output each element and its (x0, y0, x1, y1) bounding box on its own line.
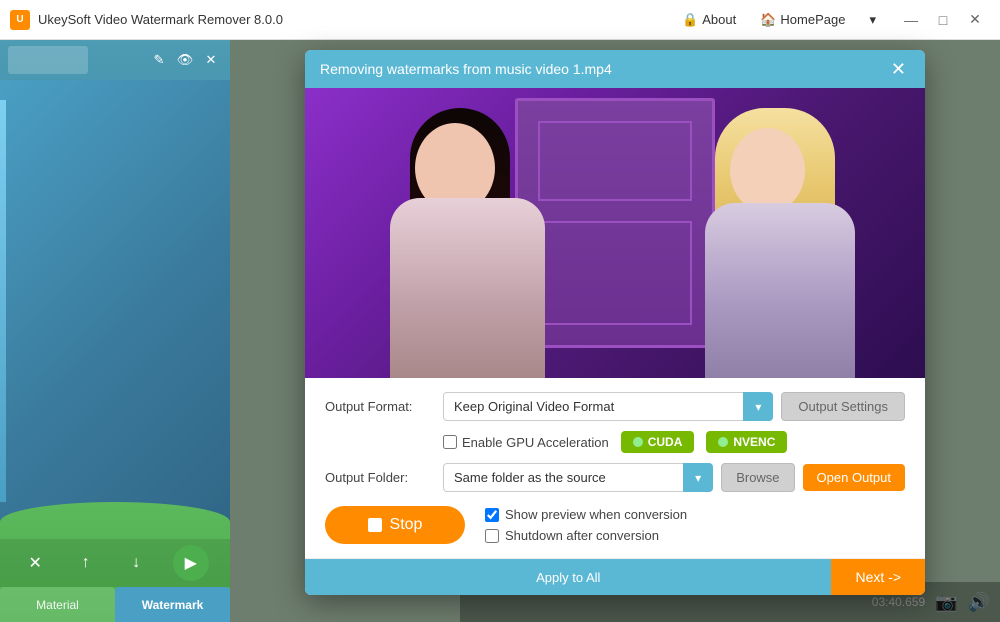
enable-gpu-checkbox-wrap[interactable]: Enable GPU Acceleration (443, 435, 609, 450)
move-up-button[interactable]: ↑ (72, 549, 100, 577)
sidebar-top: ✎ 👁 ✕ (0, 40, 230, 80)
sidebar-actions: ✕ ↑ ↓ ▶ (0, 539, 230, 587)
tab-watermark-label: Watermark (142, 598, 204, 612)
app-title: UkeySoft Video Watermark Remover 8.0.0 (38, 12, 672, 27)
output-settings-button[interactable]: Output Settings (781, 392, 905, 421)
minimize-button[interactable]: — (896, 5, 926, 35)
sidebar-tabs: Material Watermark (0, 587, 230, 622)
nvenc-dot (718, 437, 728, 447)
cuda-badge[interactable]: CUDA (621, 431, 695, 453)
stop-button[interactable]: Stop (325, 506, 465, 544)
stop-label: Stop (390, 516, 423, 534)
modal-close-button[interactable]: ✕ (887, 60, 910, 78)
sidebar-close-icon[interactable]: ✕ (200, 49, 222, 71)
close-button[interactable]: ✕ (960, 5, 990, 35)
homepage-label: HomePage (780, 12, 845, 27)
shutdown-checkbox[interactable] (485, 529, 499, 543)
video-area: Total Progress: 31.2% (305, 88, 925, 378)
video-frame (305, 88, 925, 378)
figure-left (385, 108, 565, 378)
eye-icon[interactable]: 👁 (174, 49, 196, 71)
lock-icon: 🔒 (682, 12, 698, 28)
output-format-label: Output Format: (325, 399, 435, 414)
dropdown-button[interactable]: ▾ (859, 8, 886, 32)
head-right (730, 128, 805, 213)
move-down-button[interactable]: ↓ (122, 549, 150, 577)
output-format-select[interactable]: Keep Original Video Format (443, 392, 773, 421)
enable-gpu-checkbox[interactable] (443, 435, 457, 449)
tab-watermark[interactable]: Watermark (115, 587, 230, 622)
conversion-modal: Removing watermarks from music video 1.m… (305, 50, 925, 595)
chevron-down-icon: ▾ (869, 12, 876, 28)
nvenc-label: NVENC (733, 435, 775, 449)
right-content: Removing watermarks from music video 1.m… (230, 40, 1000, 622)
shutdown-option[interactable]: Shutdown after conversion (485, 528, 687, 543)
body-right (705, 203, 855, 378)
main-layout: ✎ 👁 ✕ ✕ ↑ ↓ ▶ Material Watermark (0, 40, 1000, 622)
gpu-row: Enable GPU Acceleration CUDA NVENC (443, 431, 905, 453)
output-folder-select[interactable]: Same folder as the source (443, 463, 713, 492)
apply-all-button[interactable]: Apply to All (305, 559, 831, 595)
maximize-button[interactable]: □ (928, 5, 958, 35)
output-folder-row: Output Folder: Same folder as the source… (325, 463, 905, 492)
sidebar-accent (0, 100, 6, 502)
homepage-button[interactable]: 🏠 HomePage (750, 8, 855, 32)
output-format-select-wrap: Keep Original Video Format ▾ (443, 392, 773, 421)
titlebar: U UkeySoft Video Watermark Remover 8.0.0… (0, 0, 1000, 40)
play-button[interactable]: ▶ (173, 545, 209, 581)
about-button[interactable]: 🔒 About (672, 8, 746, 32)
home-icon: 🏠 (760, 12, 776, 28)
tab-material-label: Material (36, 598, 79, 612)
sidebar-thumbnail (8, 46, 88, 74)
options-column: Show preview when conversion Shutdown af… (485, 507, 687, 543)
bottom-row: Stop Show preview when conversion Shutdo… (325, 506, 905, 544)
modal-body: Output Format: Keep Original Video Forma… (305, 378, 925, 558)
app-logo: U (10, 10, 30, 30)
body-left (390, 198, 545, 378)
figure-right (695, 108, 875, 378)
modal-footer: Apply to All Next -> (305, 558, 925, 595)
about-label: About (702, 12, 736, 27)
nvenc-badge[interactable]: NVENC (706, 431, 787, 453)
edit-icon[interactable]: ✎ (148, 49, 170, 71)
show-preview-checkbox[interactable] (485, 508, 499, 522)
window-controls: — □ ✕ (896, 5, 990, 35)
output-folder-label: Output Folder: (325, 470, 435, 485)
modal-overlay: Removing watermarks from music video 1.m… (230, 40, 1000, 622)
shutdown-label: Shutdown after conversion (505, 528, 659, 543)
show-preview-option[interactable]: Show preview when conversion (485, 507, 687, 522)
enable-gpu-label: Enable GPU Acceleration (462, 435, 609, 450)
delete-button[interactable]: ✕ (21, 549, 49, 577)
sidebar: ✎ 👁 ✕ ✕ ↑ ↓ ▶ Material Watermark (0, 40, 230, 622)
cuda-label: CUDA (648, 435, 683, 449)
cuda-dot (633, 437, 643, 447)
modal-title: Removing watermarks from music video 1.m… (320, 61, 612, 77)
output-format-row: Output Format: Keep Original Video Forma… (325, 392, 905, 421)
output-folder-select-wrap: Same folder as the source ▾ (443, 463, 713, 492)
modal-header: Removing watermarks from music video 1.m… (305, 50, 925, 88)
open-output-button[interactable]: Open Output (803, 464, 905, 491)
stop-icon (368, 518, 382, 532)
sidebar-icons: ✎ 👁 ✕ (148, 49, 222, 71)
tab-material[interactable]: Material (0, 587, 115, 622)
next-button[interactable]: Next -> (831, 559, 925, 595)
show-preview-label: Show preview when conversion (505, 507, 687, 522)
titlebar-nav: 🔒 About 🏠 HomePage ▾ (672, 8, 886, 32)
browse-button[interactable]: Browse (721, 463, 794, 492)
